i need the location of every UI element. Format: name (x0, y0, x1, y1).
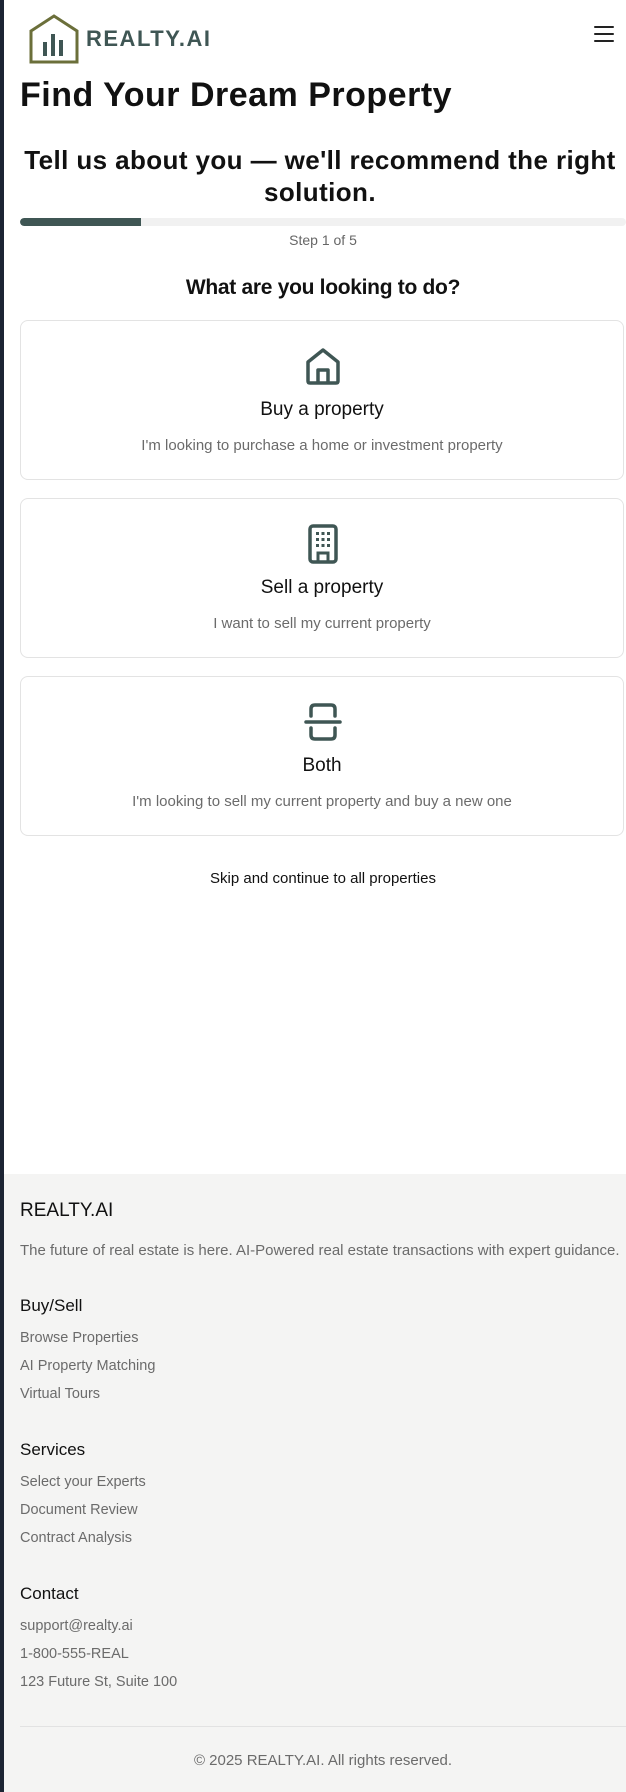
site-footer: REALTY.AI The future of real estate is h… (4, 1174, 626, 1792)
question-heading: What are you looking to do? (185, 276, 461, 299)
option-title: Both (302, 755, 342, 776)
intro-heading: Tell us about you — we'll recommend the … (24, 145, 616, 207)
progress-fill (20, 218, 142, 226)
copyright: © 2025 REALTY.AI. All rights reserved. (193, 1752, 453, 1769)
step-indicator: Step 1 of 5 (289, 232, 357, 248)
option-card-both[interactable]: Both I'm looking to sell my current prop… (20, 676, 624, 836)
page: REALTY.AI Find Your Dream Property Tell … (4, 0, 626, 1792)
footer-divider (20, 1726, 626, 1727)
option-card-buy[interactable]: Buy a property I'm looking to purchase a… (20, 320, 624, 480)
house-chart-logo-icon (29, 14, 79, 64)
footer-link-select-experts[interactable]: Select your Experts (20, 1474, 146, 1490)
hamburger-icon[interactable] (594, 26, 614, 42)
option-description: I'm looking to purchase a home or invest… (141, 437, 503, 454)
footer-heading-buy-sell: Buy/Sell (20, 1296, 83, 1315)
home-icon (306, 348, 340, 385)
option-description: I want to sell my current property (213, 615, 431, 632)
footer-contact-email[interactable]: support@realty.ai (20, 1618, 133, 1634)
progress-bar (20, 218, 626, 226)
footer-link-ai-matching[interactable]: AI Property Matching (20, 1358, 155, 1374)
brand-name: REALTY.AI (86, 26, 212, 51)
option-title: Sell a property (260, 577, 384, 598)
footer-contact-address: 123 Future St, Suite 100 (20, 1674, 178, 1690)
split-icon (304, 703, 342, 741)
option-card-sell[interactable]: Sell a property I want to sell my curren… (20, 498, 624, 658)
option-description: I'm looking to sell my current property … (132, 793, 512, 810)
option-title: Buy a property (260, 399, 384, 420)
skip-link[interactable]: Skip and continue to all properties (20, 870, 626, 887)
building-icon (308, 524, 338, 564)
footer-link-document-review[interactable]: Document Review (20, 1502, 138, 1518)
footer-tagline: The future of real estate is here. AI-Po… (20, 1242, 620, 1259)
brand-logo[interactable]: REALTY.AI (28, 14, 212, 64)
footer-link-virtual-tours[interactable]: Virtual Tours (20, 1386, 100, 1402)
footer-link-contract-analysis[interactable]: Contract Analysis (20, 1530, 132, 1546)
footer-brand: REALTY.AI (20, 1200, 114, 1221)
page-title: Find Your Dream Property (20, 76, 453, 114)
site-header: REALTY.AI (4, 0, 626, 78)
footer-contact-phone[interactable]: 1-800-555-REAL (20, 1646, 129, 1662)
footer-heading-services: Services (20, 1440, 86, 1459)
footer-link-browse-properties[interactable]: Browse Properties (20, 1330, 138, 1346)
footer-heading-contact: Contact (20, 1584, 79, 1603)
